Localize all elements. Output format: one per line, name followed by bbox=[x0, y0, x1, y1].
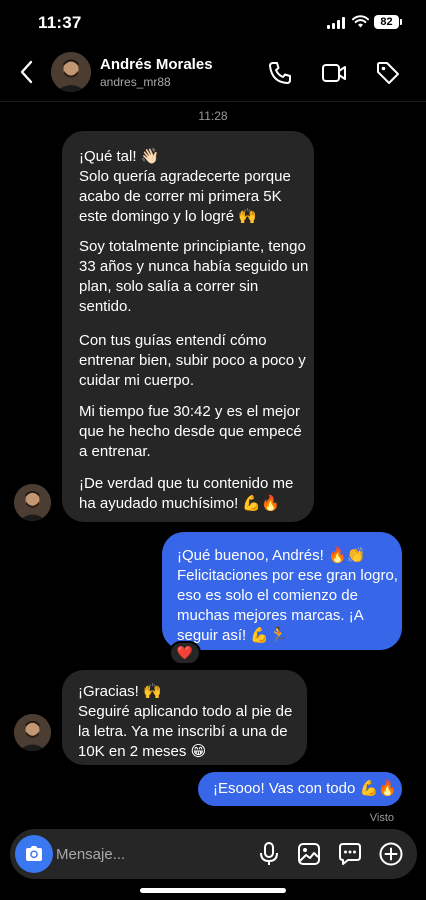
message-timestamp: 11:28 bbox=[198, 109, 228, 123]
video-camera-icon[interactable] bbox=[321, 60, 347, 86]
wifi-icon bbox=[352, 15, 369, 28]
outgoing-message[interactable]: ¡Qué buenoo, Andrés! 🔥👏 Felicitaciones p… bbox=[162, 532, 402, 650]
message-text: ¡Gracias! 🙌 Seguiré aplicando todo al pi… bbox=[78, 683, 293, 760]
avatar[interactable] bbox=[14, 484, 51, 521]
message-composer bbox=[10, 829, 417, 879]
contact-username[interactable]: andres_mr88 bbox=[100, 75, 171, 89]
message-text: ¡Esooo! Vas con todo 💪🔥 bbox=[213, 780, 397, 797]
message-text: ¡Qué buenoo, Andrés! 🔥👏 Felicitaciones p… bbox=[177, 547, 398, 644]
chevron-left-icon[interactable] bbox=[16, 58, 38, 86]
chat-bubble-icon[interactable] bbox=[337, 841, 363, 867]
incoming-message[interactable]: ¡Gracias! 🙌 Seguiré aplicando todo al pi… bbox=[62, 670, 307, 765]
contact-name[interactable]: Andrés Morales bbox=[100, 56, 213, 73]
camera-button[interactable] bbox=[15, 835, 53, 873]
battery-indicator: 82 bbox=[374, 15, 402, 29]
message-input[interactable] bbox=[56, 844, 246, 864]
header-divider bbox=[0, 101, 426, 102]
home-indicator bbox=[140, 888, 286, 893]
avatar[interactable] bbox=[14, 714, 51, 751]
phone-icon[interactable] bbox=[267, 60, 293, 86]
outgoing-message[interactable]: ¡Esooo! Vas con todo 💪🔥 bbox=[198, 772, 402, 806]
status-time: 11:37 bbox=[38, 13, 82, 32]
plus-circle-icon[interactable] bbox=[378, 841, 404, 867]
message-text: Soy totalmente principiante, tengo 33 añ… bbox=[79, 238, 309, 315]
message-text: ¡Qué tal! 👋🏻 Solo quería agradecerte por… bbox=[79, 148, 291, 225]
seen-status: Visto bbox=[369, 812, 394, 824]
tag-icon[interactable] bbox=[375, 60, 401, 86]
message-text: Mi tiempo fue 30:42 y es el mejor que he… bbox=[79, 403, 302, 460]
heart-icon: ❤️ bbox=[176, 645, 194, 660]
incoming-message[interactable]: ¡Qué tal! 👋🏻 Solo quería agradecerte por… bbox=[62, 131, 314, 522]
reaction-badge[interactable]: ❤️ bbox=[169, 641, 201, 665]
camera-icon bbox=[26, 846, 42, 861]
message-text: ¡De verdad que tu contenido me ha ayudad… bbox=[79, 475, 294, 512]
microphone-icon[interactable] bbox=[256, 841, 282, 867]
signal-icon bbox=[327, 17, 345, 29]
chat-header: Andrés Morales andres_mr88 bbox=[0, 46, 426, 102]
status-bar: 11:37 82 bbox=[0, 0, 426, 46]
message-text: Con tus guías entendí cómo entrenar bien… bbox=[79, 332, 306, 389]
avatar[interactable] bbox=[51, 52, 91, 92]
image-icon[interactable] bbox=[296, 841, 322, 867]
